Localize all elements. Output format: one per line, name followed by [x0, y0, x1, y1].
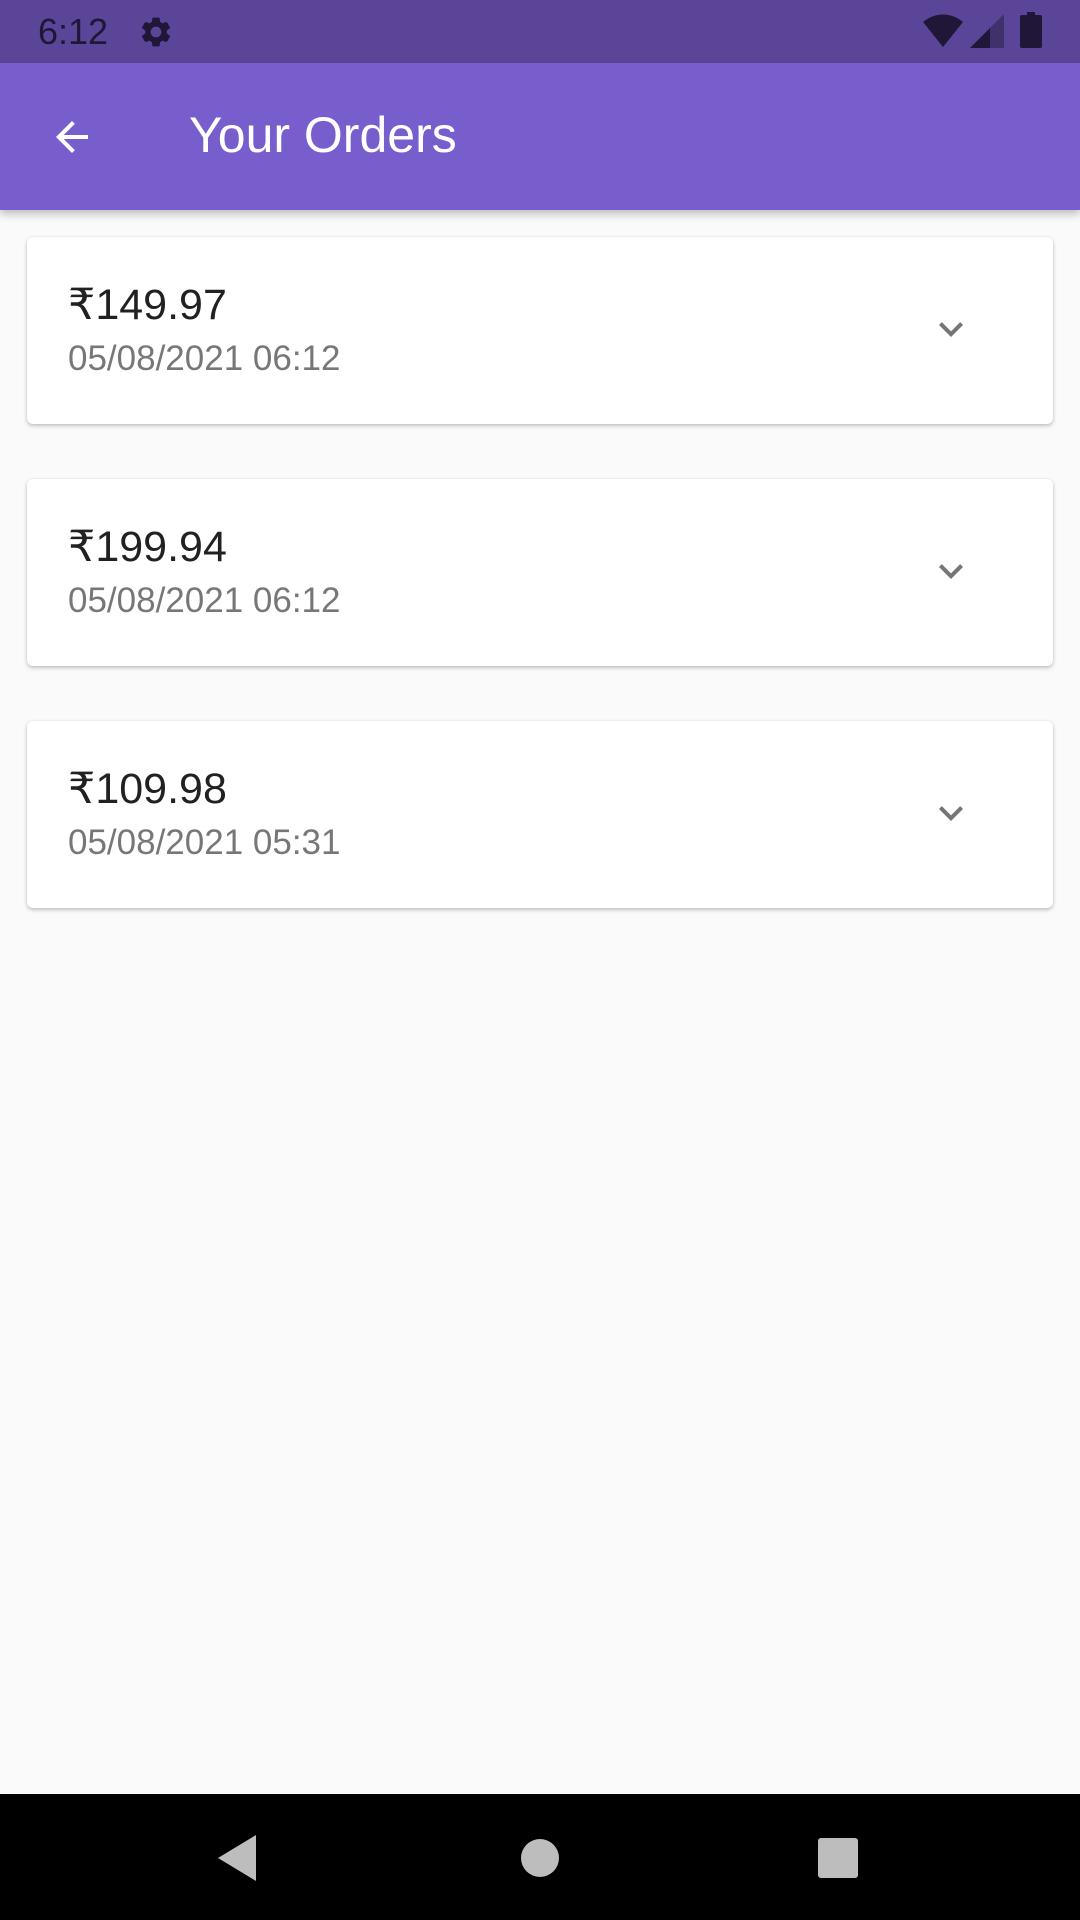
order-date: 05/08/2021 06:12: [68, 581, 341, 620]
chevron-down-icon: [939, 806, 963, 821]
nav-home-icon: [521, 1839, 559, 1877]
chevron-down-icon: [939, 322, 963, 337]
order-amount: ₹149.97: [68, 281, 227, 329]
expand-button[interactable]: [921, 783, 981, 843]
battery-icon: [1020, 12, 1042, 48]
nav-home-button[interactable]: [502, 1820, 578, 1896]
nav-recents-button[interactable]: [800, 1820, 876, 1896]
app-bar: Your Orders: [0, 63, 1080, 210]
signal-icon: [970, 14, 1004, 48]
order-date: 05/08/2021 06:12: [68, 339, 341, 378]
page-title: Your Orders: [189, 107, 457, 163]
expand-button[interactable]: [921, 299, 981, 359]
arrow-back-icon: [56, 121, 88, 153]
order-amount: ₹199.94: [68, 523, 227, 571]
order-card[interactable]: ₹149.97 05/08/2021 06:12: [27, 237, 1053, 424]
gear-icon: [141, 17, 171, 47]
status-time: 6:12: [38, 11, 109, 52]
order-card[interactable]: ₹199.94 05/08/2021 06:12: [27, 479, 1053, 666]
status-bar: 6:12: [0, 0, 1080, 63]
nav-back-button[interactable]: [200, 1820, 276, 1896]
nav-back-icon: [218, 1835, 256, 1881]
wifi-icon: [923, 14, 963, 47]
order-card[interactable]: ₹109.98 05/08/2021 05:31: [27, 721, 1053, 908]
nav-recents-icon: [818, 1838, 858, 1878]
back-button[interactable]: [30, 101, 114, 173]
order-amount: ₹109.98: [68, 765, 227, 813]
expand-button[interactable]: [921, 541, 981, 601]
order-date: 05/08/2021 05:31: [68, 823, 341, 862]
system-nav-bar: [0, 1794, 1080, 1920]
chevron-down-icon: [939, 564, 963, 579]
